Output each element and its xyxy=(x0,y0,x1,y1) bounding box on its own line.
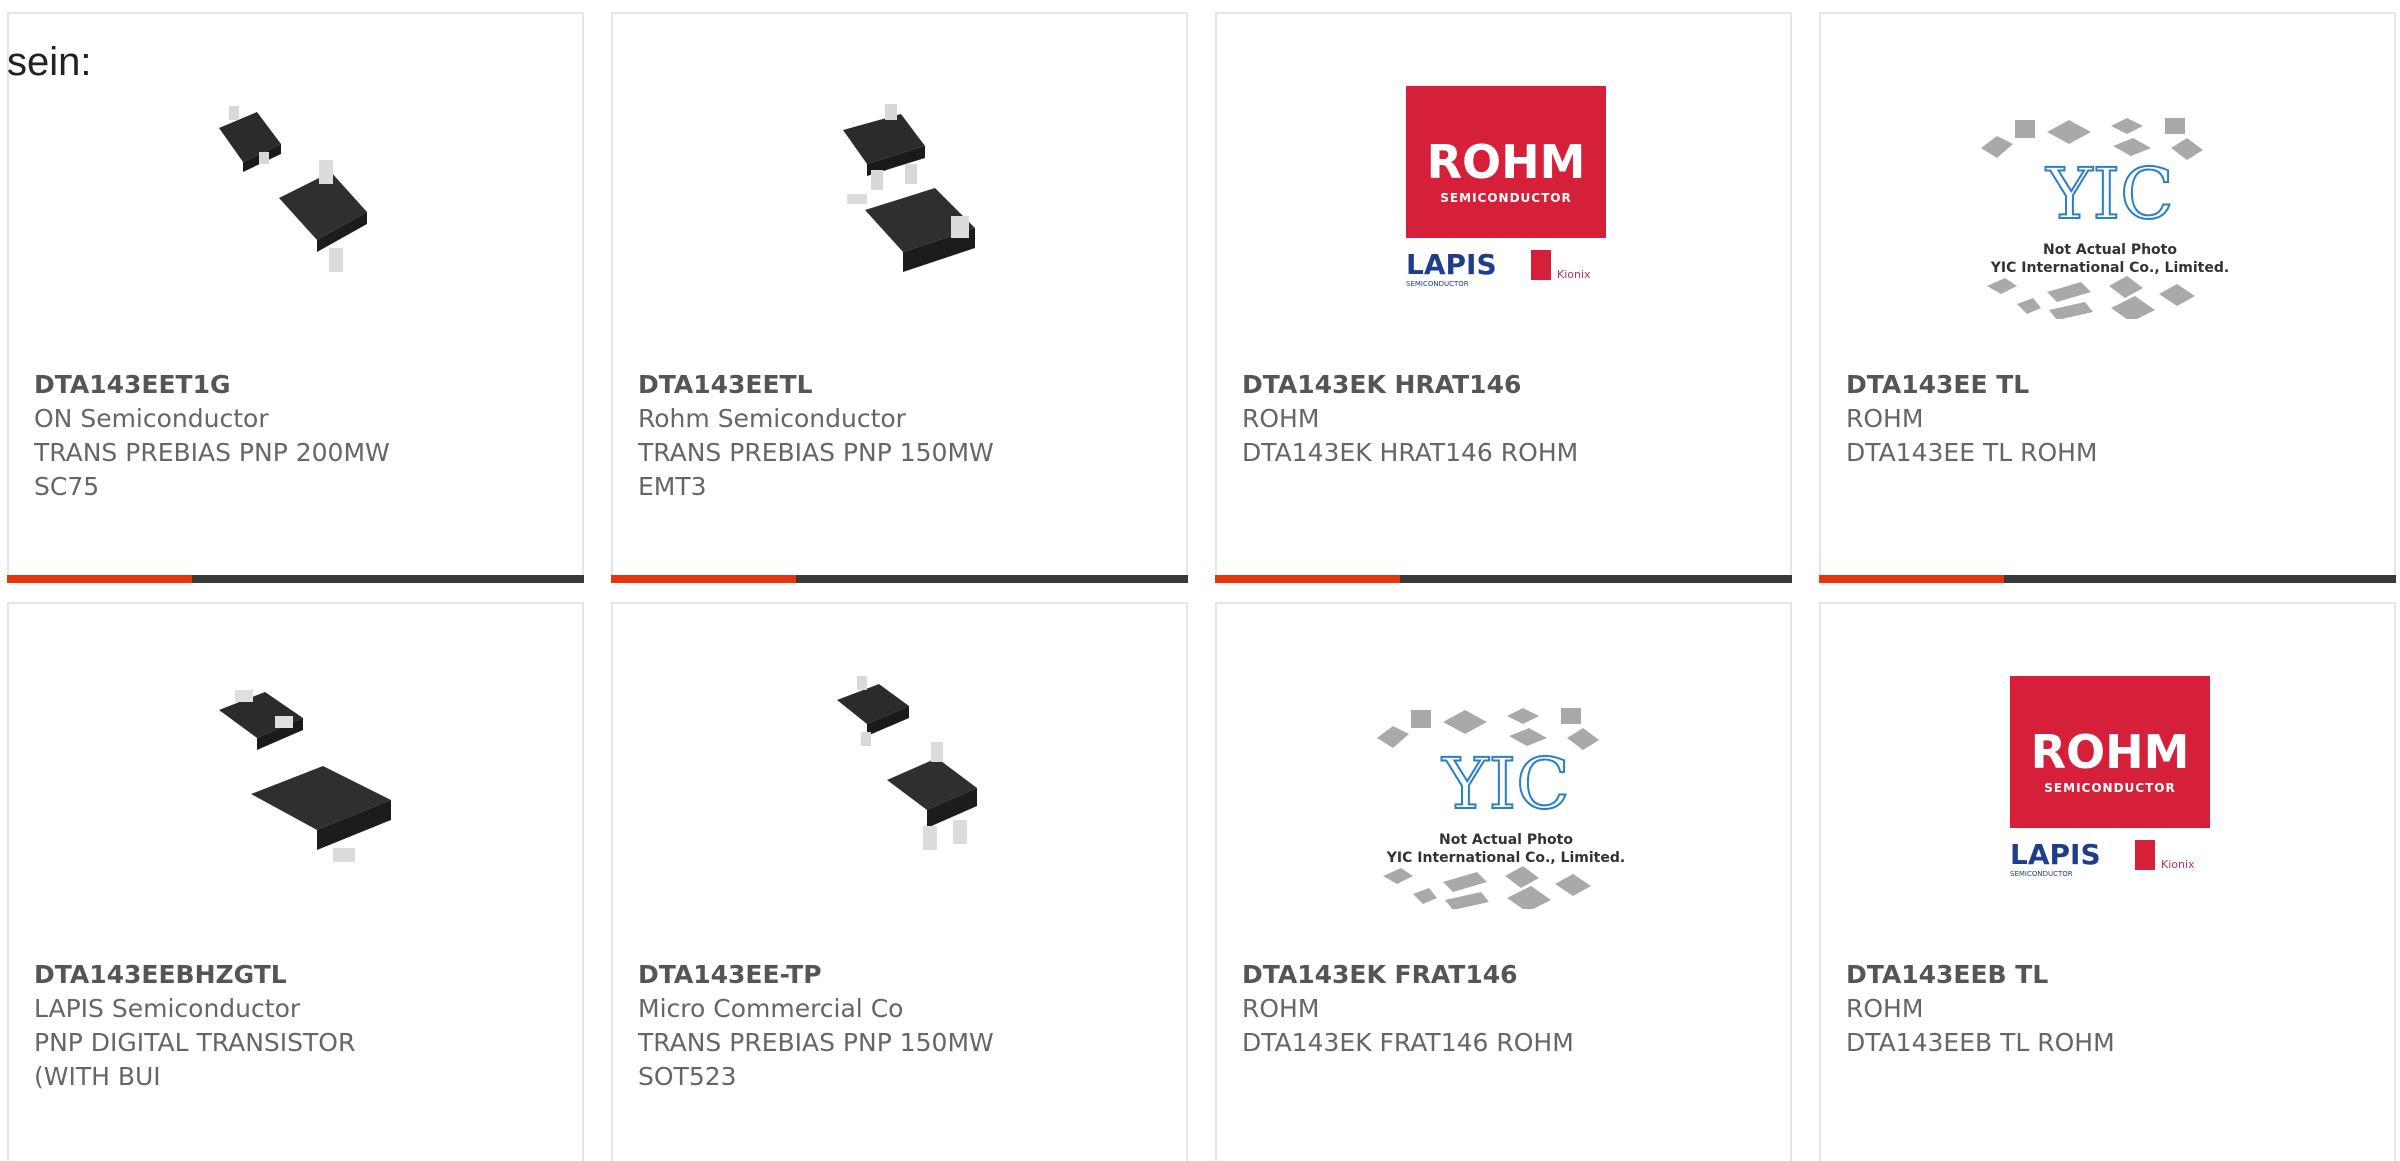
manufacturer: ROHM xyxy=(1242,994,1320,1023)
svg-text:YIC International Co., Limited: YIC International Co., Limited. xyxy=(1990,260,2229,276)
description: TRANS PREBIAS PNP 200MW xyxy=(34,438,390,467)
product-image[interactable] xyxy=(613,64,1186,319)
product-card[interactable]: YIC Not Actual Photo YIC International C… xyxy=(1215,602,1792,1161)
svg-text:Not Actual Photo: Not Actual Photo xyxy=(2043,242,2177,258)
description: DTA143EE TL ROHM xyxy=(1846,438,2098,467)
svg-text:ROHM: ROHM xyxy=(2031,725,2190,779)
card-bar xyxy=(7,575,584,583)
description: SOT523 xyxy=(638,1062,737,1091)
not-actual-photo-image: YIC Not Actual Photo YIC International C… xyxy=(1981,118,2229,319)
description: (WITH BUI xyxy=(34,1062,161,1091)
not-actual-photo-image: YIC Not Actual Photo YIC International C… xyxy=(1377,708,1625,909)
svg-text:SEMICONDUCTOR: SEMICONDUCTOR xyxy=(1406,280,1469,288)
part-number[interactable]: DTA143EK FRAT146 xyxy=(1242,958,1770,992)
description: DTA143EEB TL ROHM xyxy=(1846,1028,2115,1057)
svg-text:Kionix: Kionix xyxy=(1557,268,1591,281)
product-card[interactable]: DTA143EEBHZGTL LAPIS Semiconductor PNP D… xyxy=(7,602,584,1161)
part-number[interactable]: DTA143EET1G xyxy=(34,368,562,402)
product-card[interactable]: DTA143EETL Rohm Semiconductor TRANS PREB… xyxy=(611,12,1188,583)
intro-text: sein: xyxy=(7,40,92,84)
rohm-logo-image: ROHM SEMICONDUCTOR LAPIS SEMICONDUCTOR K… xyxy=(2010,676,2210,878)
svg-text:LAPIS: LAPIS xyxy=(1406,248,1497,281)
svg-text:SEMICONDUCTOR: SEMICONDUCTOR xyxy=(2010,870,2073,878)
svg-text:SEMICONDUCTOR: SEMICONDUCTOR xyxy=(1440,191,1571,205)
description: DTA143EK HRAT146 ROHM xyxy=(1242,438,1579,467)
description: DTA143EK FRAT146 ROHM xyxy=(1242,1028,1574,1057)
description: TRANS PREBIAS PNP 150MW xyxy=(638,438,994,467)
part-number[interactable]: DTA143EE TL xyxy=(1846,368,2374,402)
product-image[interactable]: ROHM SEMICONDUCTOR LAPIS SEMICONDUCTOR K… xyxy=(1217,64,1790,319)
product-image[interactable] xyxy=(9,64,582,319)
card-bar xyxy=(1819,575,2396,583)
description: TRANS PREBIAS PNP 150MW xyxy=(638,1028,994,1057)
card-bar-accent xyxy=(611,575,796,583)
product-card[interactable]: ROHM SEMICONDUCTOR LAPIS SEMICONDUCTOR K… xyxy=(1215,12,1792,583)
manufacturer: LAPIS Semiconductor xyxy=(34,994,301,1023)
product-image[interactable] xyxy=(9,654,582,909)
svg-text:LAPIS: LAPIS xyxy=(2010,838,2101,871)
manufacturer: ROHM xyxy=(1846,994,1924,1023)
part-number[interactable]: DTA143EEBHZGTL xyxy=(34,958,562,992)
product-card[interactable]: DTA143EET1G ON Semiconductor TRANS PREBI… xyxy=(7,12,584,583)
card-bar xyxy=(1215,575,1792,583)
manufacturer: ON Semiconductor xyxy=(34,404,269,433)
product-image[interactable]: YIC Not Actual Photo YIC International C… xyxy=(1217,654,1790,909)
product-card[interactable]: YIC Not Actual Photo YIC International C… xyxy=(1819,12,2396,583)
svg-text:YIC International Co., Limited: YIC International Co., Limited. xyxy=(1386,850,1625,866)
svg-text:SEMICONDUCTOR: SEMICONDUCTOR xyxy=(2044,781,2175,795)
card-bar-accent xyxy=(7,575,192,583)
manufacturer: Micro Commercial Co xyxy=(638,994,904,1023)
svg-text:YIC: YIC xyxy=(1441,743,1569,825)
card-bar xyxy=(611,575,1188,583)
part-number[interactable]: DTA143EK HRAT146 xyxy=(1242,368,1770,402)
description: SC75 xyxy=(34,472,100,501)
product-grid-page: sein: DTA143EET1G ON Semiconductor TRANS xyxy=(0,0,2400,1161)
product-card[interactable]: ROHM SEMICONDUCTOR LAPIS SEMICONDUCTOR K… xyxy=(1819,602,2396,1161)
manufacturer: ROHM xyxy=(1242,404,1320,433)
svg-text:Kionix: Kionix xyxy=(2161,858,2195,871)
product-image[interactable]: YIC Not Actual Photo YIC International C… xyxy=(1821,64,2394,319)
description: PNP DIGITAL TRANSISTOR xyxy=(34,1028,356,1057)
svg-text:Not Actual Photo: Not Actual Photo xyxy=(1439,832,1573,848)
part-number[interactable]: DTA143EETL xyxy=(638,368,1166,402)
svg-text:ROHM: ROHM xyxy=(1427,135,1586,189)
description: EMT3 xyxy=(638,472,707,501)
part-number[interactable]: DTA143EEB TL xyxy=(1846,958,2374,992)
manufacturer: Rohm Semiconductor xyxy=(638,404,906,433)
card-bar-accent xyxy=(1215,575,1400,583)
product-image[interactable]: ROHM SEMICONDUCTOR LAPIS SEMICONDUCTOR K… xyxy=(1821,654,2394,909)
product-card[interactable]: DTA143EE-TP Micro Commercial Co TRANS PR… xyxy=(611,602,1188,1161)
svg-text:YIC: YIC xyxy=(2045,153,2173,235)
rohm-logo-image: ROHM SEMICONDUCTOR LAPIS SEMICONDUCTOR K… xyxy=(1406,86,1606,288)
card-bar-accent xyxy=(1819,575,2004,583)
product-image[interactable] xyxy=(613,654,1186,909)
part-number[interactable]: DTA143EE-TP xyxy=(638,958,1166,992)
manufacturer: ROHM xyxy=(1846,404,1924,433)
